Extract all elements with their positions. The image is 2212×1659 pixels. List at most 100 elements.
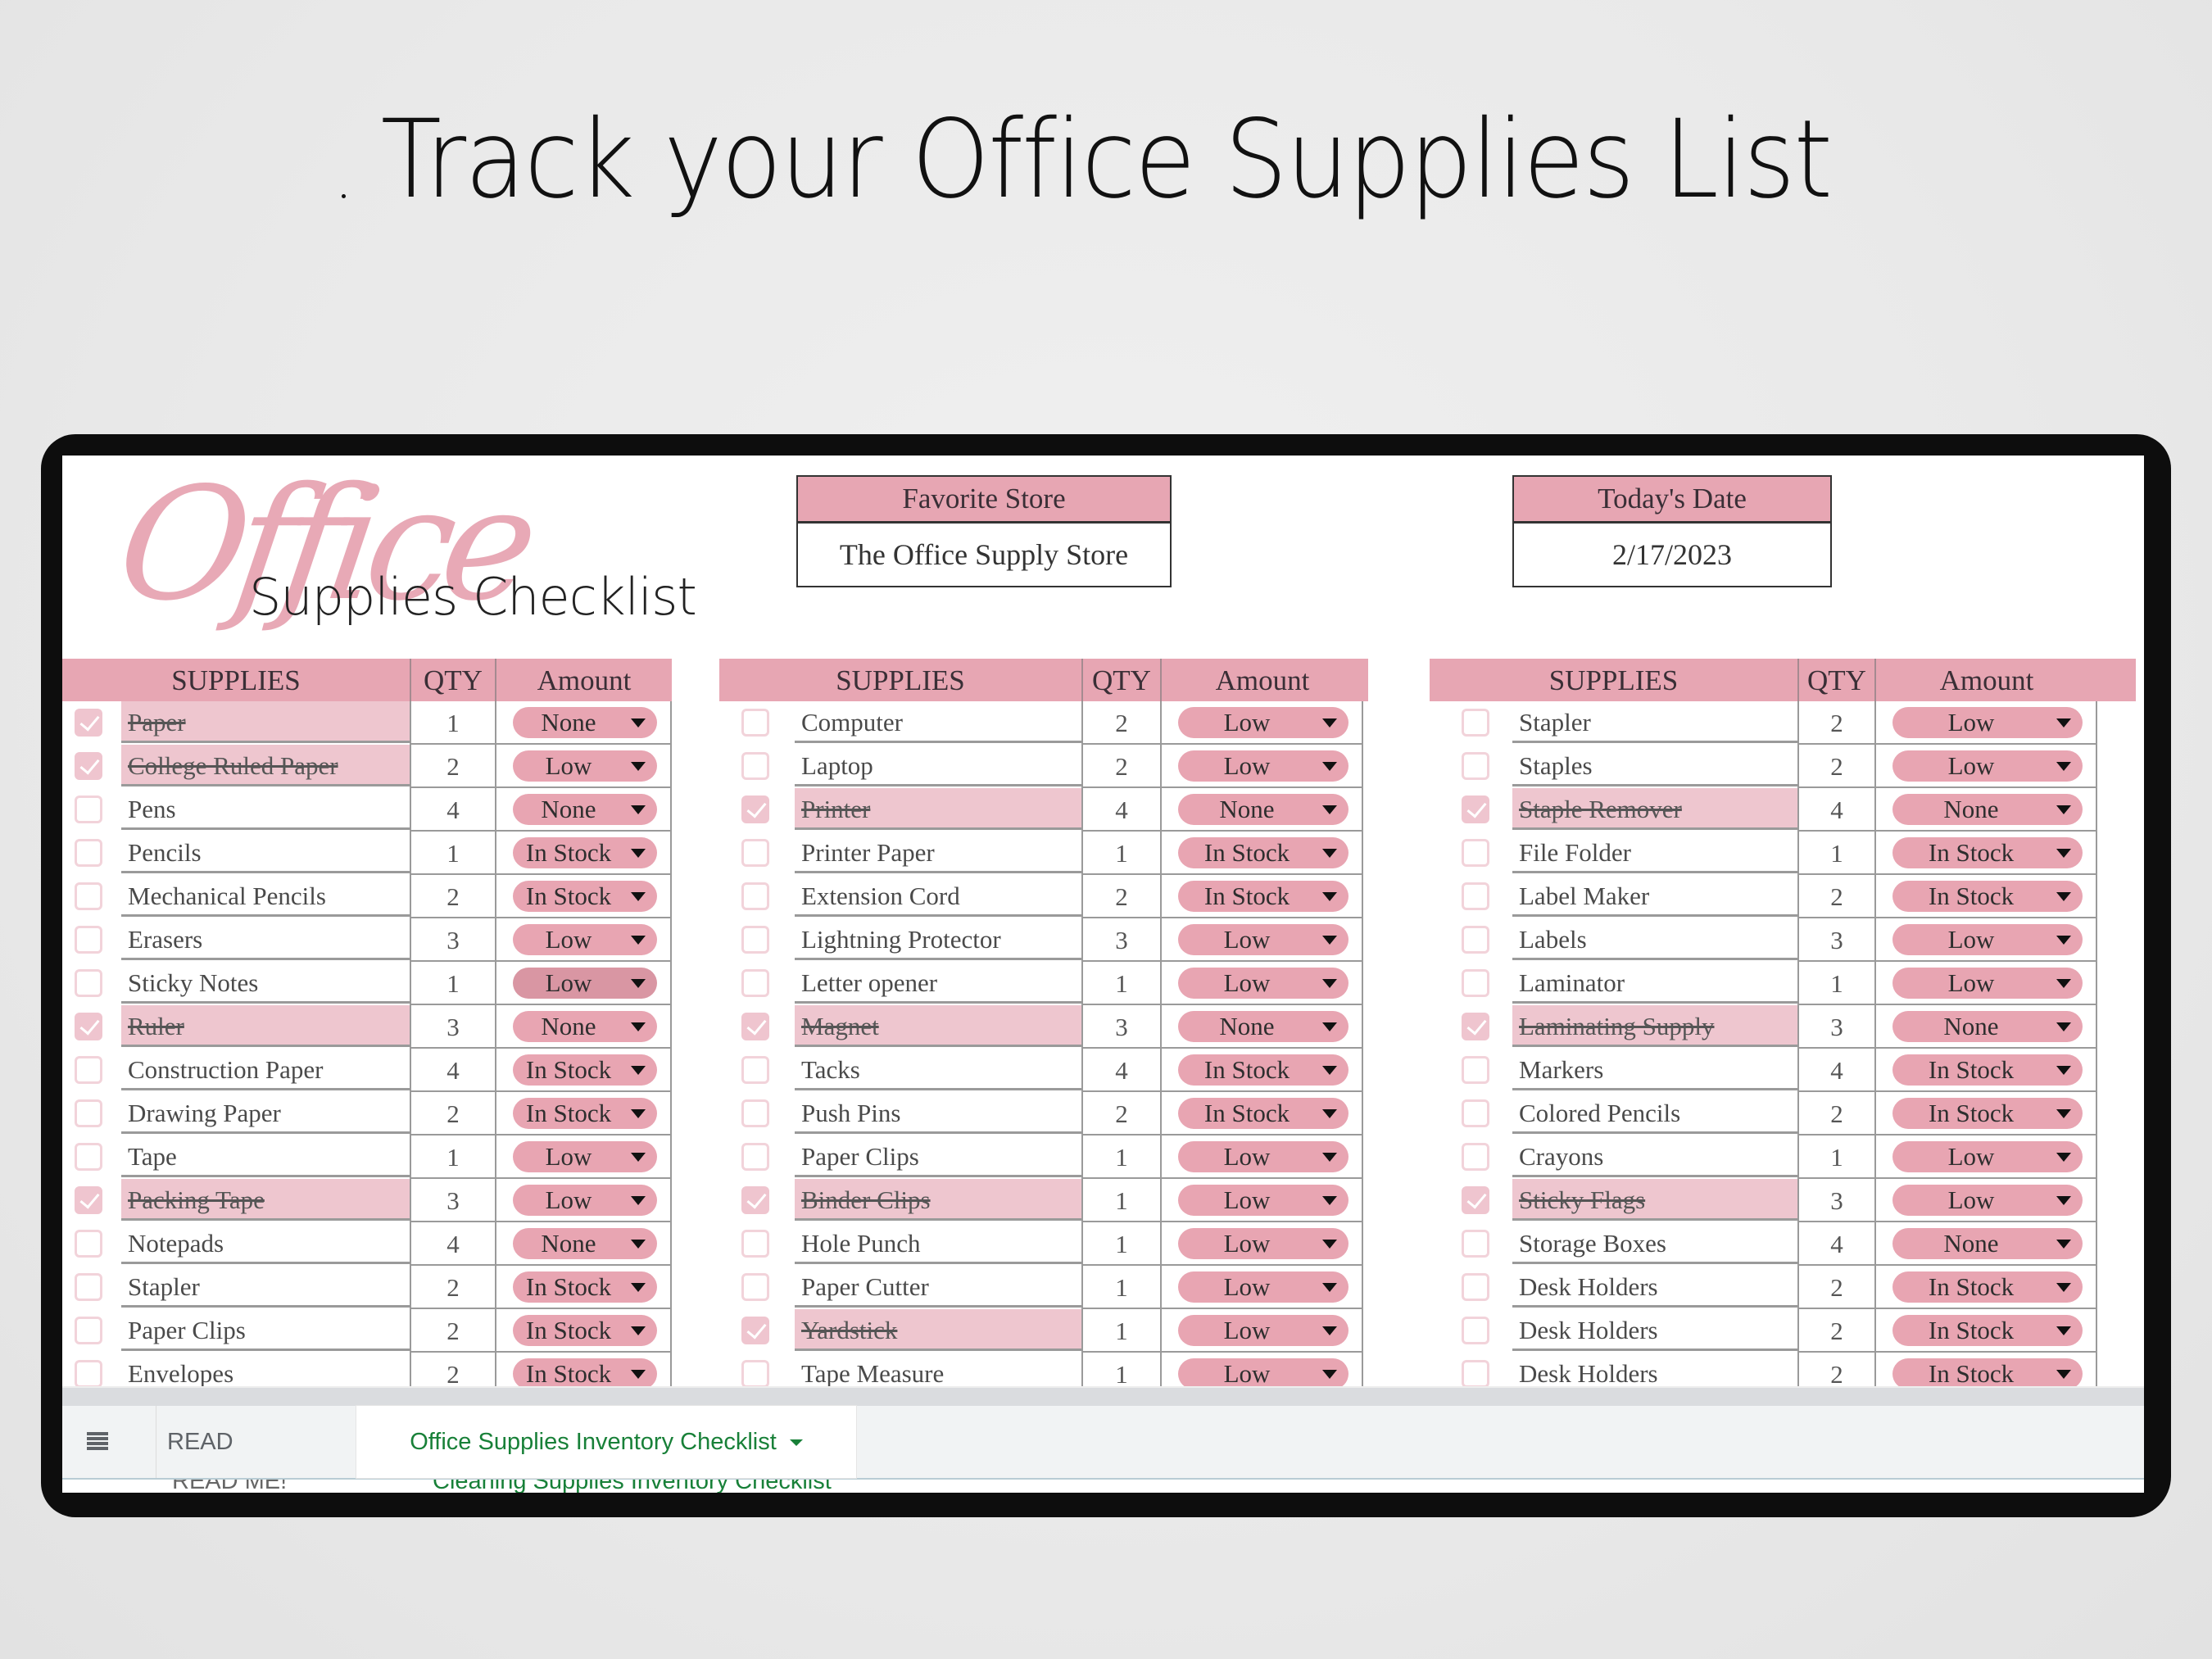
row-checkbox[interactable]	[75, 1230, 102, 1258]
amount-dropdown[interactable]: In Stock	[513, 1315, 657, 1346]
supply-qty[interactable]: 2	[1081, 745, 1162, 788]
row-checkbox[interactable]	[75, 1143, 102, 1171]
row-checkbox[interactable]	[1462, 839, 1489, 867]
supply-qty[interactable]: 1	[1797, 962, 1876, 1005]
amount-dropdown[interactable]: Low	[1178, 1141, 1349, 1172]
supply-qty[interactable]: 1	[1081, 832, 1162, 875]
amount-dropdown[interactable]: None	[1892, 1228, 2083, 1259]
amount-dropdown[interactable]: Low	[513, 968, 657, 999]
row-checkbox[interactable]	[75, 1360, 102, 1388]
supply-qty[interactable]: 2	[1081, 875, 1162, 918]
row-checkbox[interactable]	[1462, 1317, 1489, 1344]
supply-name[interactable]: Pencils	[121, 832, 410, 873]
amount-dropdown[interactable]: Low	[1178, 1358, 1349, 1389]
supply-name[interactable]: Hole Punch	[795, 1222, 1081, 1264]
supply-name[interactable]: Stapler	[121, 1266, 410, 1308]
amount-dropdown[interactable]: In Stock	[513, 1271, 657, 1303]
row-checkbox[interactable]	[75, 1099, 102, 1127]
supply-name[interactable]: Drawing Paper	[121, 1092, 410, 1134]
row-checkbox[interactable]	[741, 839, 769, 867]
supply-qty[interactable]: 2	[410, 1266, 496, 1309]
amount-dropdown[interactable]: In Stock	[1892, 1054, 2083, 1086]
row-checkbox[interactable]	[1462, 1360, 1489, 1388]
supply-name[interactable]: Ruler	[121, 1005, 410, 1047]
amount-dropdown[interactable]: None	[1892, 794, 2083, 825]
amount-dropdown[interactable]: Low	[1892, 924, 2083, 955]
amount-dropdown[interactable]: Low	[1178, 1185, 1349, 1216]
supply-qty[interactable]: 1	[1081, 962, 1162, 1005]
amount-dropdown[interactable]: Low	[1178, 750, 1349, 782]
supply-qty[interactable]: 1	[1081, 1179, 1162, 1222]
amount-dropdown[interactable]: In Stock	[513, 1098, 657, 1129]
amount-dropdown[interactable]: In Stock	[1892, 881, 2083, 912]
row-checkbox[interactable]	[1462, 1273, 1489, 1301]
supply-qty[interactable]: 2	[1797, 1309, 1876, 1353]
supply-name[interactable]: Paper Cutter	[795, 1266, 1081, 1308]
supply-name[interactable]: Lightning Protector	[795, 918, 1081, 960]
amount-dropdown[interactable]: In Stock	[1892, 1358, 2083, 1389]
row-checkbox[interactable]	[741, 1056, 769, 1084]
amount-dropdown[interactable]: Low	[1892, 750, 2083, 782]
supply-name[interactable]: Paper Clips	[121, 1309, 410, 1351]
amount-dropdown[interactable]: Low	[513, 1185, 657, 1216]
supply-name[interactable]: File Folder	[1512, 832, 1797, 873]
supply-qty[interactable]: 1	[410, 832, 496, 875]
amount-dropdown[interactable]: In Stock	[1178, 1098, 1349, 1129]
horizontal-scrollbar[interactable]	[62, 1386, 2144, 1407]
row-checkbox[interactable]	[741, 882, 769, 910]
supply-name[interactable]: Extension Cord	[795, 875, 1081, 917]
supply-qty[interactable]: 4	[1081, 788, 1162, 832]
row-checkbox[interactable]	[741, 926, 769, 954]
row-checkbox[interactable]	[741, 1273, 769, 1301]
row-checkbox[interactable]	[1462, 796, 1489, 823]
row-checkbox[interactable]	[75, 1186, 102, 1214]
supply-qty[interactable]: 1	[1081, 1135, 1162, 1179]
amount-dropdown[interactable]: Low	[1178, 707, 1349, 738]
supply-qty[interactable]: 4	[410, 1222, 496, 1266]
supply-name[interactable]: Tape	[121, 1135, 410, 1177]
amount-dropdown[interactable]: In Stock	[1178, 1054, 1349, 1086]
supply-name[interactable]: Label Maker	[1512, 875, 1797, 917]
supply-name[interactable]: College Ruled Paper	[121, 745, 410, 786]
amount-dropdown[interactable]: In Stock	[513, 1054, 657, 1086]
amount-dropdown[interactable]: In Stock	[513, 837, 657, 868]
supply-name[interactable]: Paper Clips	[795, 1135, 1081, 1177]
supply-qty[interactable]: 1	[1081, 1222, 1162, 1266]
supply-qty[interactable]: 2	[1081, 1092, 1162, 1135]
supply-name[interactable]: Letter opener	[795, 962, 1081, 1004]
supply-name[interactable]: Staples	[1512, 745, 1797, 786]
supply-qty[interactable]: 4	[410, 788, 496, 832]
row-checkbox[interactable]	[1462, 752, 1489, 780]
row-checkbox[interactable]	[1462, 1186, 1489, 1214]
amount-dropdown[interactable]: In Stock	[1178, 837, 1349, 868]
supply-qty[interactable]: 2	[1081, 701, 1162, 745]
amount-dropdown[interactable]: None	[1892, 1011, 2083, 1042]
supply-qty[interactable]: 3	[410, 1179, 496, 1222]
amount-dropdown[interactable]: None	[513, 707, 657, 738]
amount-dropdown[interactable]: None	[513, 1011, 657, 1042]
row-checkbox[interactable]	[741, 969, 769, 997]
row-checkbox[interactable]	[741, 1360, 769, 1388]
all-sheets-icon[interactable]	[87, 1432, 108, 1452]
supply-qty[interactable]: 2	[410, 1309, 496, 1353]
amount-dropdown[interactable]: Low	[1892, 1185, 2083, 1216]
row-checkbox[interactable]	[741, 1099, 769, 1127]
supply-name[interactable]: Laminator	[1512, 962, 1797, 1004]
amount-dropdown[interactable]: Low	[1178, 1228, 1349, 1259]
supply-name[interactable]: Computer	[795, 701, 1081, 743]
row-checkbox[interactable]	[75, 796, 102, 823]
amount-dropdown[interactable]: In Stock	[513, 881, 657, 912]
amount-dropdown[interactable]: Low	[513, 1141, 657, 1172]
supply-qty[interactable]: 2	[410, 875, 496, 918]
row-checkbox[interactable]	[1462, 926, 1489, 954]
supply-name[interactable]: Stapler	[1512, 701, 1797, 743]
row-checkbox[interactable]	[741, 1186, 769, 1214]
row-checkbox[interactable]	[1462, 1013, 1489, 1040]
row-checkbox[interactable]	[75, 752, 102, 780]
row-checkbox[interactable]	[1462, 969, 1489, 997]
amount-dropdown[interactable]: In Stock	[1178, 881, 1349, 912]
supply-name[interactable]: Paper	[121, 701, 410, 743]
supply-qty[interactable]: 1	[1797, 832, 1876, 875]
supply-name[interactable]: Desk Holders	[1512, 1266, 1797, 1308]
supply-name[interactable]: Desk Holders	[1512, 1309, 1797, 1351]
